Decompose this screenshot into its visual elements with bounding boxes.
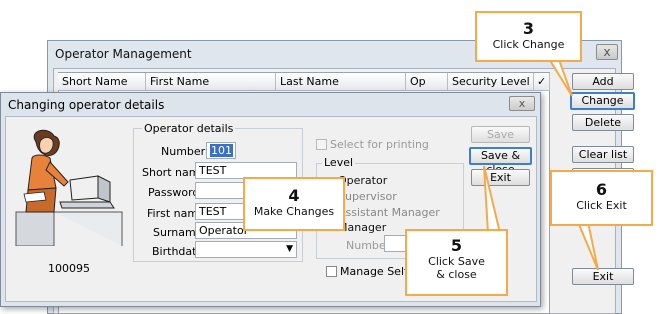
callout-step-4: 4 Make Changes bbox=[243, 177, 345, 231]
callout-text: Click Save & close bbox=[428, 255, 485, 281]
callout-text: Make Changes bbox=[253, 205, 335, 218]
callout-number: 5 bbox=[450, 236, 463, 255]
callout-number: 3 bbox=[522, 19, 535, 38]
callout-number: 6 bbox=[595, 180, 608, 199]
callout-text: Click Exit bbox=[576, 199, 627, 212]
callout-step-3: 3 Click Change bbox=[475, 11, 582, 62]
callout-step-6: 6 Click Exit bbox=[550, 170, 653, 226]
callout-step-5: 5 Click Save & close bbox=[405, 229, 508, 296]
callout-number: 4 bbox=[288, 186, 300, 205]
callout-text: Click Change bbox=[492, 38, 565, 51]
